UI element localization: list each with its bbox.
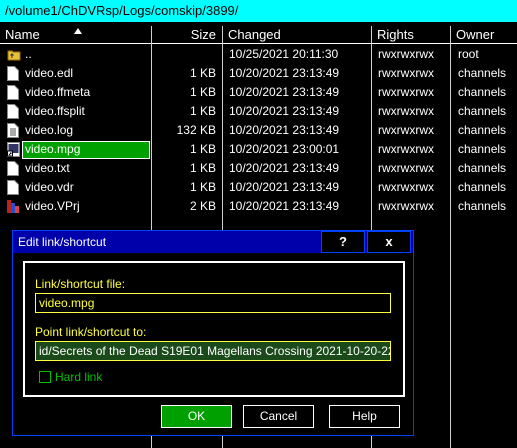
sort-ascending-icon [74,28,82,34]
column-header-rights[interactable]: Rights [372,26,450,44]
file-owner: root [458,47,479,61]
text-file-icon [7,123,19,138]
file-name: video.ffsplit [25,104,85,118]
file-size: 1 KB [189,161,216,175]
file-owner: channels [458,104,507,118]
link-file-label: Link/shortcut file: [35,277,126,291]
file-owner: channels [458,161,507,175]
cancel-button[interactable]: Cancel [243,405,314,428]
column-name-label: Name [5,27,40,42]
file-size: 1 KB [189,85,216,99]
file-rights: rwxrwxrwx [378,199,434,213]
file-row[interactable]: video.VPrj 2 KB 10/20/2021 23:13:49 rwxrwxr… [0,197,517,216]
file-name: video.vdr [25,180,74,194]
column-header-size[interactable]: Size [152,26,222,44]
file-size: 1 KB [189,142,216,156]
file-rights: rwxrwxrwx [378,104,434,118]
file-changed: 10/20/2021 23:13:49 [229,85,340,99]
column-rights-label: Rights [377,27,414,42]
file-row[interactable]: video.ffmeta 1 KB 10/20/2021 23:13:49 rwxrw… [0,83,517,102]
file-owner: channels [458,142,507,156]
file-name: video.log [25,123,74,137]
file-owner: channels [458,199,507,213]
file-changed: 10/20/2021 23:13:49 [229,104,340,118]
file-owner: channels [458,85,507,99]
file-changed: 10/20/2021 23:13:49 [229,180,340,194]
file-rights: rwxrwxrwx [378,123,434,137]
file-icon [7,66,19,81]
file-owner: channels [458,66,507,80]
path-bar[interactable]: /volume1/ChDVRsp/Logs/comskip/3899/ [0,0,517,22]
file-rights: rwxrwxrwx [378,142,434,156]
file-icon [7,104,19,119]
file-icon [7,180,19,195]
hard-link-label[interactable]: Hard link [55,370,102,384]
project-file-icon [7,199,19,214]
file-icon [7,161,19,176]
file-rights: rwxrwxrwx [378,180,434,194]
file-changed: 10/20/2021 23:13:49 [229,199,340,213]
file-row[interactable]: video.edl 1 KB 10/20/2021 23:13:49 rwxrwxrw… [0,64,517,83]
link-file-icon [7,142,20,157]
file-owner: channels [458,180,507,194]
file-row[interactable]: video.mpg 1 KB 10/20/2021 23:00:01 rwxrwxrw… [0,140,517,159]
file-row[interactable]: video.vdr 1 KB 10/20/2021 23:13:49 rwxrwxrw… [0,178,517,197]
link-file-input[interactable]: video.mpg [35,293,391,313]
file-changed: 10/20/2021 23:13:49 [229,66,340,80]
column-header-owner[interactable]: Owner [451,26,517,44]
link-target-label: Point link/shortcut to: [35,325,147,339]
file-rights: rwxrwxrwx [378,66,434,80]
file-rights: rwxrwxrwx [378,47,434,61]
help-title-button[interactable]: ? [321,231,365,253]
column-changed-label: Changed [228,27,281,42]
column-header-name[interactable]: Name [0,26,151,44]
ok-button[interactable]: OK [161,405,232,428]
help-button[interactable]: Help [329,405,400,428]
file-rights: rwxrwxrwx [378,161,434,175]
dialog-title-bar[interactable]: Edit link/shortcut ? x [13,231,413,253]
file-name: video.edl [25,66,74,80]
column-header-changed[interactable]: Changed [223,26,371,44]
file-size: 1 KB [189,180,216,194]
file-row[interactable]: .. 10/25/2021 20:11:30 rwxrwxrwx root [0,45,517,64]
file-icon [7,85,19,100]
file-row[interactable]: video.log 132 KB 10/20/2021 23:13:49 rwxrwx… [0,121,517,140]
edit-link-dialog: Edit link/shortcut ? x Link/shortcut fil… [12,230,414,436]
link-target-input[interactable]: id/Secrets of the Dead S19E01 Magellans … [35,341,391,361]
file-rights: rwxrwxrwx [378,85,434,99]
file-changed: 10/25/2021 20:11:30 [229,47,339,61]
file-size: 1 KB [189,66,216,80]
file-changed: 10/20/2021 23:13:49 [229,161,340,175]
close-button[interactable]: x [367,231,411,253]
file-name: video.mpg [25,142,81,156]
file-row[interactable]: video.txt 1 KB 10/20/2021 23:13:49 rwxrwxrw… [0,159,517,178]
file-name: .. [25,47,32,61]
file-size: 1 KB [189,104,216,118]
dialog-title: Edit link/shortcut [18,235,107,249]
folder-up-icon [7,47,21,62]
file-size: 132 KB [176,123,216,137]
file-name: video.ffmeta [25,85,91,99]
file-changed: 10/20/2021 23:13:49 [229,123,340,137]
file-name: video.VPrj [25,199,80,213]
file-owner: channels [458,123,507,137]
file-row[interactable]: video.ffsplit 1 KB 10/20/2021 23:13:49 rwxr… [0,102,517,121]
column-size-label: Size [190,27,216,42]
column-owner-label: Owner [456,27,495,42]
file-size: 2 KB [189,199,216,213]
file-changed: 10/20/2021 23:00:01 [229,142,340,156]
hard-link-checkbox[interactable] [39,371,51,383]
file-name: video.txt [25,161,70,175]
